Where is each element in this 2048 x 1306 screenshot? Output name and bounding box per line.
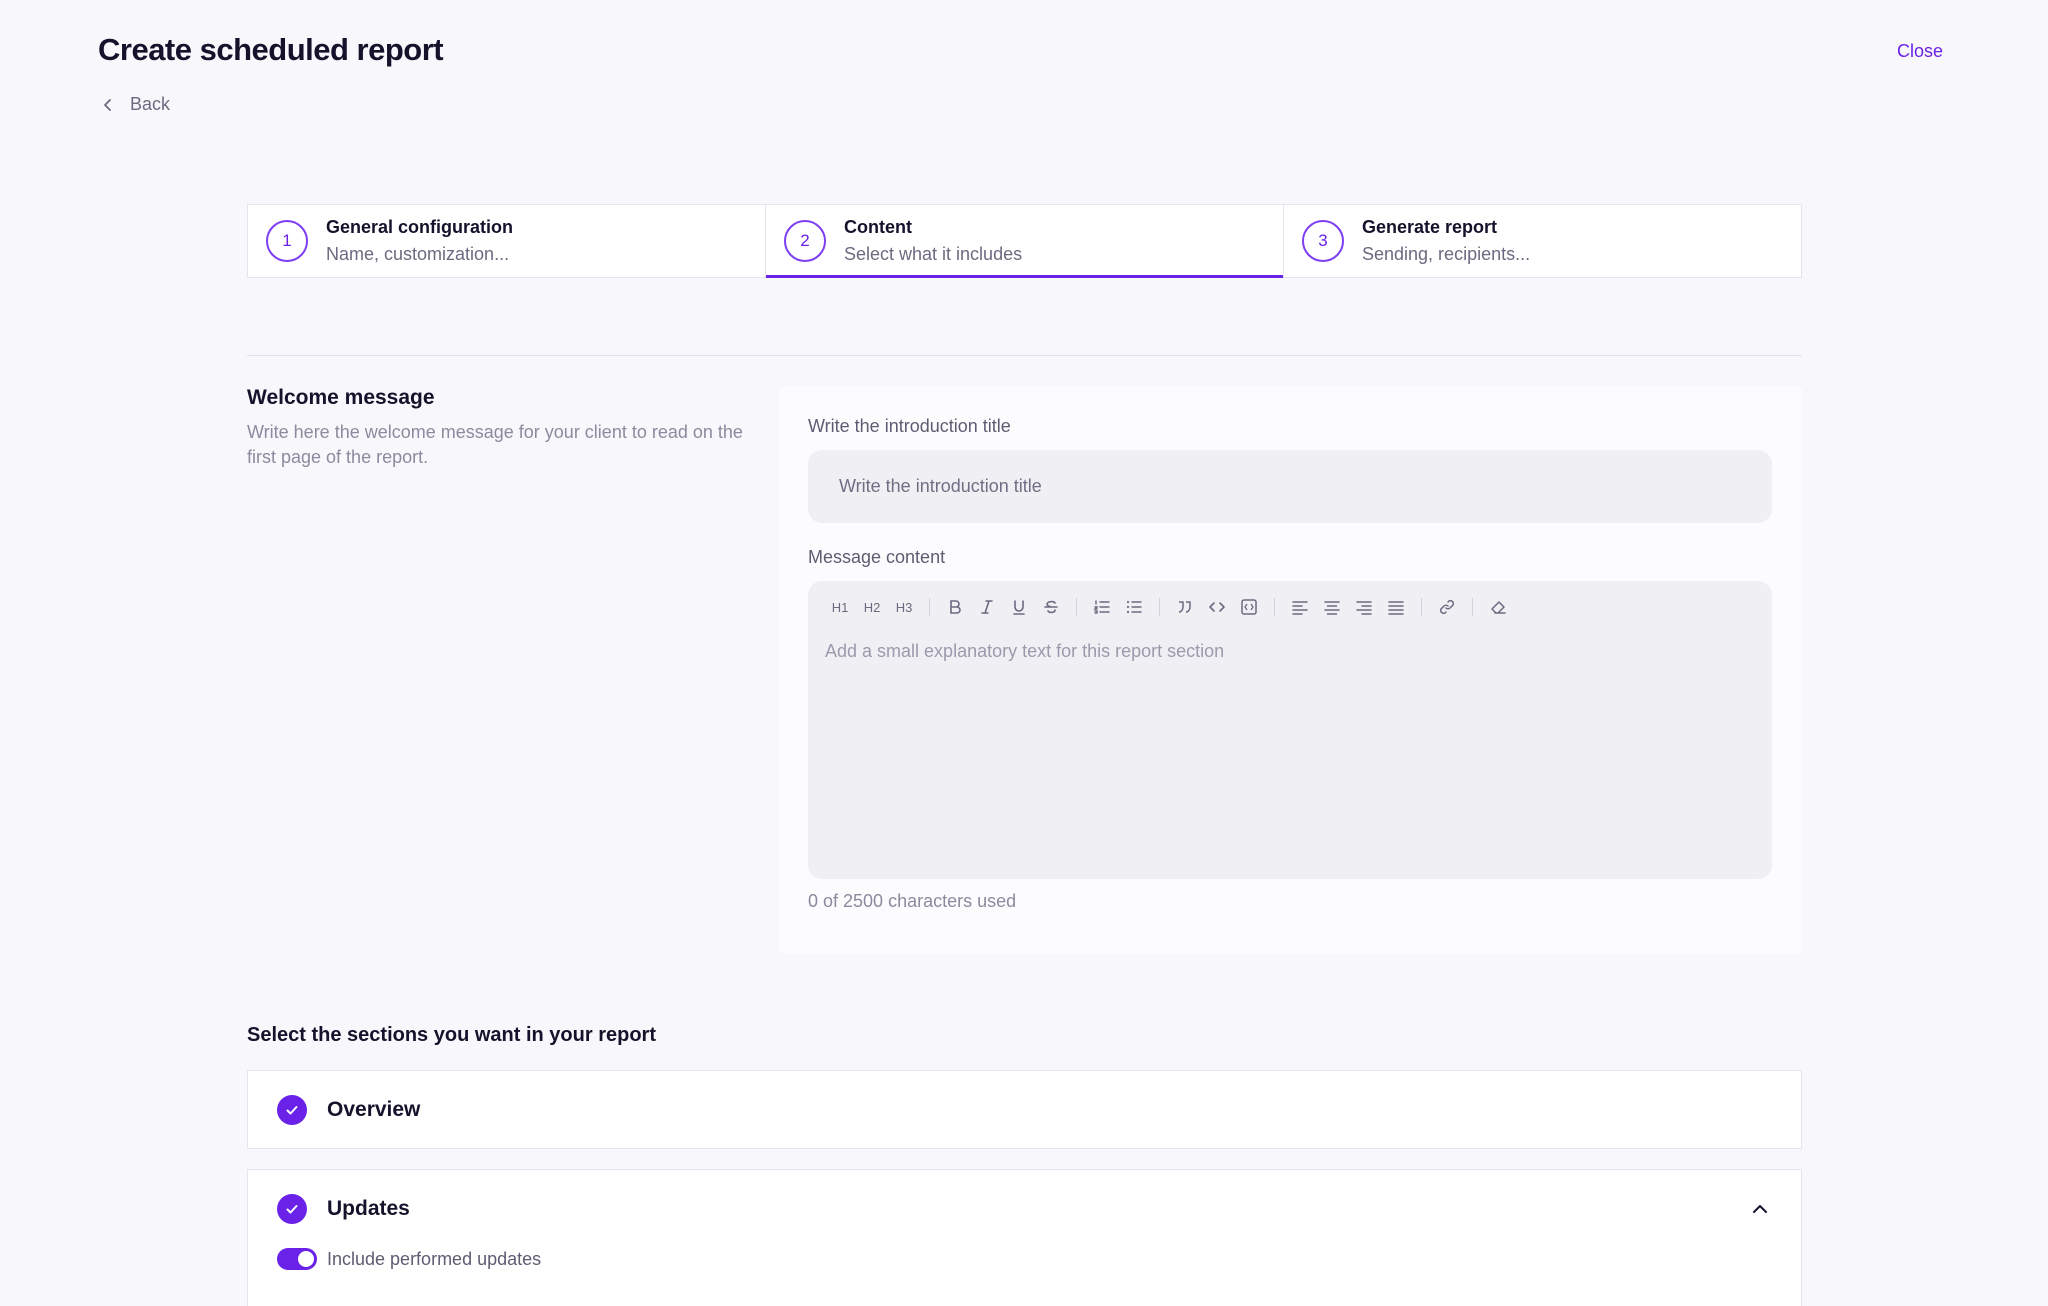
step-title: Generate report xyxy=(1362,217,1498,237)
align-center-button[interactable] xyxy=(1316,593,1348,621)
h1-icon: H1 xyxy=(831,599,849,615)
message-editor[interactable]: H1 H2 H3 Add a small explanatory text fo… xyxy=(808,581,1772,879)
check-icon xyxy=(286,1106,298,1115)
underline-icon xyxy=(1013,600,1025,615)
underline-button[interactable] xyxy=(1003,593,1035,621)
code-button[interactable] xyxy=(1201,593,1233,621)
sections-title: Select the sections you want in your rep… xyxy=(247,1024,656,1046)
section-checkbox[interactable] xyxy=(277,1095,307,1125)
link-button[interactable] xyxy=(1431,593,1463,621)
step-subtitle: Select what it includes xyxy=(844,244,1023,264)
h3-icon: H3 xyxy=(895,599,913,615)
bold-icon xyxy=(950,600,961,614)
italic-icon xyxy=(981,600,993,614)
include-updates-toggle[interactable] xyxy=(277,1248,317,1270)
step-title: General configuration xyxy=(326,217,514,237)
align-left-icon xyxy=(1292,601,1308,615)
align-justify-icon xyxy=(1388,601,1404,615)
step-generate-report[interactable]: 3 Generate report Sending, recipients... xyxy=(1284,205,1801,277)
back-label: Back xyxy=(130,94,171,114)
toggle-row: Include performed updates xyxy=(248,1248,1801,1270)
section-name: Updates xyxy=(327,1197,410,1220)
step-title: Content xyxy=(844,217,912,237)
eraser-icon xyxy=(1491,601,1506,614)
step-subtitle: Name, customization... xyxy=(326,244,510,264)
welcome-description: Write here the welcome message for your … xyxy=(247,422,743,467)
toggle-label: Include performed updates xyxy=(327,1248,542,1269)
align-right-button[interactable] xyxy=(1348,593,1380,621)
strikethrough-icon xyxy=(1044,600,1058,614)
welcome-card: Write the introduction title Message con… xyxy=(779,386,1802,954)
section-checkbox[interactable] xyxy=(277,1194,307,1224)
section-header: Overview xyxy=(248,1071,1801,1149)
section-name: Overview xyxy=(327,1098,421,1121)
align-right-icon xyxy=(1356,601,1372,615)
clear-format-button[interactable] xyxy=(1482,593,1514,621)
bullet-list-button[interactable] xyxy=(1118,593,1150,621)
close-button[interactable]: Close xyxy=(1897,41,1943,62)
section-header[interactable]: Updates xyxy=(248,1170,1801,1248)
code-icon xyxy=(1209,602,1225,612)
strikethrough-button[interactable] xyxy=(1035,593,1067,621)
page-title: Create scheduled report xyxy=(98,32,444,67)
heading-1-button[interactable]: H1 xyxy=(824,593,856,621)
quote-icon xyxy=(1178,601,1191,613)
bold-button[interactable] xyxy=(939,593,971,621)
section-overview: Overview xyxy=(247,1070,1802,1149)
heading-3-button[interactable]: H3 xyxy=(888,593,920,621)
chevron-left-icon xyxy=(104,98,111,111)
toolbar-separator xyxy=(1472,598,1473,616)
back-button[interactable]: Back xyxy=(100,94,170,115)
align-center-icon xyxy=(1324,601,1340,615)
message-content-label: Message content xyxy=(808,547,946,567)
step-number: 1 xyxy=(266,220,308,262)
toolbar-separator xyxy=(1076,598,1077,616)
ordered-list-button[interactable] xyxy=(1086,593,1118,621)
quote-button[interactable] xyxy=(1169,593,1201,621)
toolbar-separator xyxy=(1274,598,1275,616)
step-number: 3 xyxy=(1302,220,1344,262)
welcome-title: Welcome message xyxy=(247,386,435,409)
editor-toolbar: H1 H2 H3 xyxy=(824,593,1514,621)
step-general-configuration[interactable]: 1 General configuration Name, customizat… xyxy=(248,205,766,277)
stepper: 1 General configuration Name, customizat… xyxy=(247,204,1802,278)
bullet-list-icon xyxy=(1126,600,1142,614)
toolbar-separator xyxy=(1159,598,1160,616)
divider xyxy=(247,355,1802,356)
link-icon xyxy=(1439,599,1455,615)
heading-2-button[interactable]: H2 xyxy=(856,593,888,621)
step-subtitle: Sending, recipients... xyxy=(1362,244,1531,264)
h2-icon: H2 xyxy=(863,599,881,615)
align-justify-button[interactable] xyxy=(1380,593,1412,621)
intro-title-label: Write the introduction title xyxy=(808,416,1011,436)
step-content[interactable]: 2 Content Select what it includes xyxy=(766,205,1284,278)
chevron-up-icon[interactable] xyxy=(1749,1198,1771,1220)
section-updates: Updates Include performed updates xyxy=(247,1169,1802,1306)
toolbar-separator xyxy=(929,598,930,616)
ordered-list-icon xyxy=(1093,600,1110,614)
align-left-button[interactable] xyxy=(1284,593,1316,621)
italic-button[interactable] xyxy=(971,593,1003,621)
check-icon xyxy=(286,1205,298,1214)
intro-title-input[interactable] xyxy=(808,450,1772,523)
code-block-icon xyxy=(1241,599,1257,615)
editor-placeholder: Add a small explanatory text for this re… xyxy=(825,641,1225,661)
step-number: 2 xyxy=(784,220,826,262)
code-block-button[interactable] xyxy=(1233,593,1265,621)
toolbar-separator xyxy=(1421,598,1422,616)
char-count: 0 of 2500 characters used xyxy=(808,891,1017,911)
